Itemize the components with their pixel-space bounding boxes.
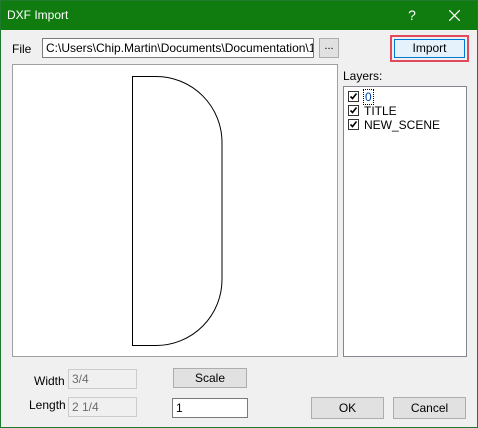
scale-input[interactable]: 1 — [172, 398, 248, 418]
import-button-highlight: Import — [390, 35, 469, 62]
length-field: 2 1/4 — [68, 397, 137, 417]
layer-checkbox[interactable] — [348, 105, 359, 116]
help-button[interactable]: ? — [389, 1, 435, 30]
width-label: Width — [34, 374, 65, 388]
import-button[interactable]: Import — [394, 39, 465, 58]
layer-checkbox[interactable] — [348, 119, 359, 130]
layer-name: TITLE — [364, 104, 397, 118]
layer-checkbox[interactable] — [348, 91, 359, 102]
scale-button[interactable]: Scale — [173, 368, 247, 388]
dxf-preview — [12, 64, 338, 357]
file-label: File — [12, 42, 32, 56]
file-path-field[interactable]: C:\Users\Chip.Martin\Documents\Documenta… — [42, 38, 314, 58]
preview-shape — [132, 76, 223, 346]
browse-button[interactable]: ... — [319, 38, 339, 58]
ok-button[interactable]: OK — [311, 397, 384, 419]
checkmark-icon — [349, 107, 358, 114]
window-title: DXF Import — [7, 8, 69, 22]
layers-list: 0 TITLE NEW_SCENE — [343, 86, 467, 357]
checkmark-icon — [349, 93, 358, 100]
dxf-import-dialog: DXF Import ? File C:\Users\Chip.Martin\D… — [0, 0, 478, 428]
layer-name: 0 — [363, 89, 374, 105]
close-button[interactable] — [433, 1, 477, 30]
width-field: 3/4 — [68, 369, 137, 389]
close-icon — [449, 10, 460, 21]
layers-label: Layers: — [343, 69, 383, 83]
checkmark-icon — [349, 121, 358, 128]
layer-name: NEW_SCENE — [364, 118, 441, 132]
length-label: Length — [29, 398, 66, 412]
cancel-button[interactable]: Cancel — [393, 397, 466, 419]
title-bar: DXF Import ? — [1, 1, 477, 30]
